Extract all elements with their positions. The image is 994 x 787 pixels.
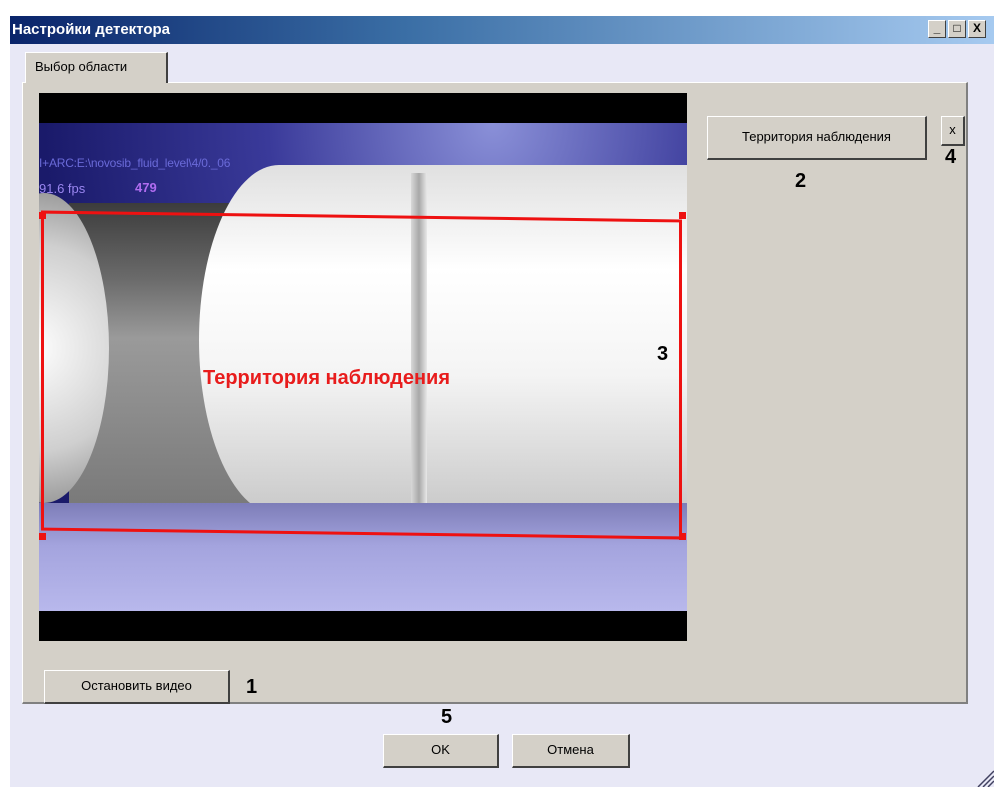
region-handle-top-right[interactable] <box>679 212 686 219</box>
callout-5: 5 <box>441 706 453 728</box>
minimize-button[interactable]: _ <box>928 20 946 38</box>
title-bar[interactable]: Настройки детектора _ □ X <box>10 16 994 44</box>
fps-label: 91.6 fps <box>39 181 86 196</box>
cancel-button[interactable]: Отмена <box>512 734 630 768</box>
maximize-button[interactable]: □ <box>948 20 966 38</box>
callout-2: 2 <box>795 170 807 192</box>
stop-video-button[interactable]: Остановить видео <box>44 670 230 704</box>
frame-counter: 479 <box>135 180 157 195</box>
ok-button[interactable]: OK <box>383 734 499 768</box>
close-button[interactable]: X <box>968 20 986 38</box>
callout-1: 1 <box>246 676 258 698</box>
video-preview[interactable]: I+ARC:E:\novosib_fluid_level\4/0._06 91.… <box>39 93 687 641</box>
video-source-label: I+ARC:E:\novosib_fluid_level\4/0._06 <box>39 156 231 170</box>
tab-label: Выбор области <box>35 59 128 74</box>
tab-area-selection[interactable]: Выбор области <box>25 52 168 83</box>
window-title: Настройки детектора <box>12 21 170 38</box>
region-label: Территория наблюдения <box>203 367 451 389</box>
callout-4: 4 <box>945 146 957 168</box>
region-handle-top-left[interactable] <box>39 212 46 219</box>
region-handle-bottom-right[interactable] <box>679 533 686 540</box>
callout-3: 3 <box>657 343 669 365</box>
video-frame: I+ARC:E:\novosib_fluid_level\4/0._06 91.… <box>39 123 687 611</box>
territory-button[interactable]: Территория наблюдения <box>707 116 927 160</box>
region-handle-bottom-left[interactable] <box>39 533 46 540</box>
delete-region-button[interactable]: x <box>941 116 965 146</box>
resize-grip-icon[interactable] <box>972 765 994 787</box>
